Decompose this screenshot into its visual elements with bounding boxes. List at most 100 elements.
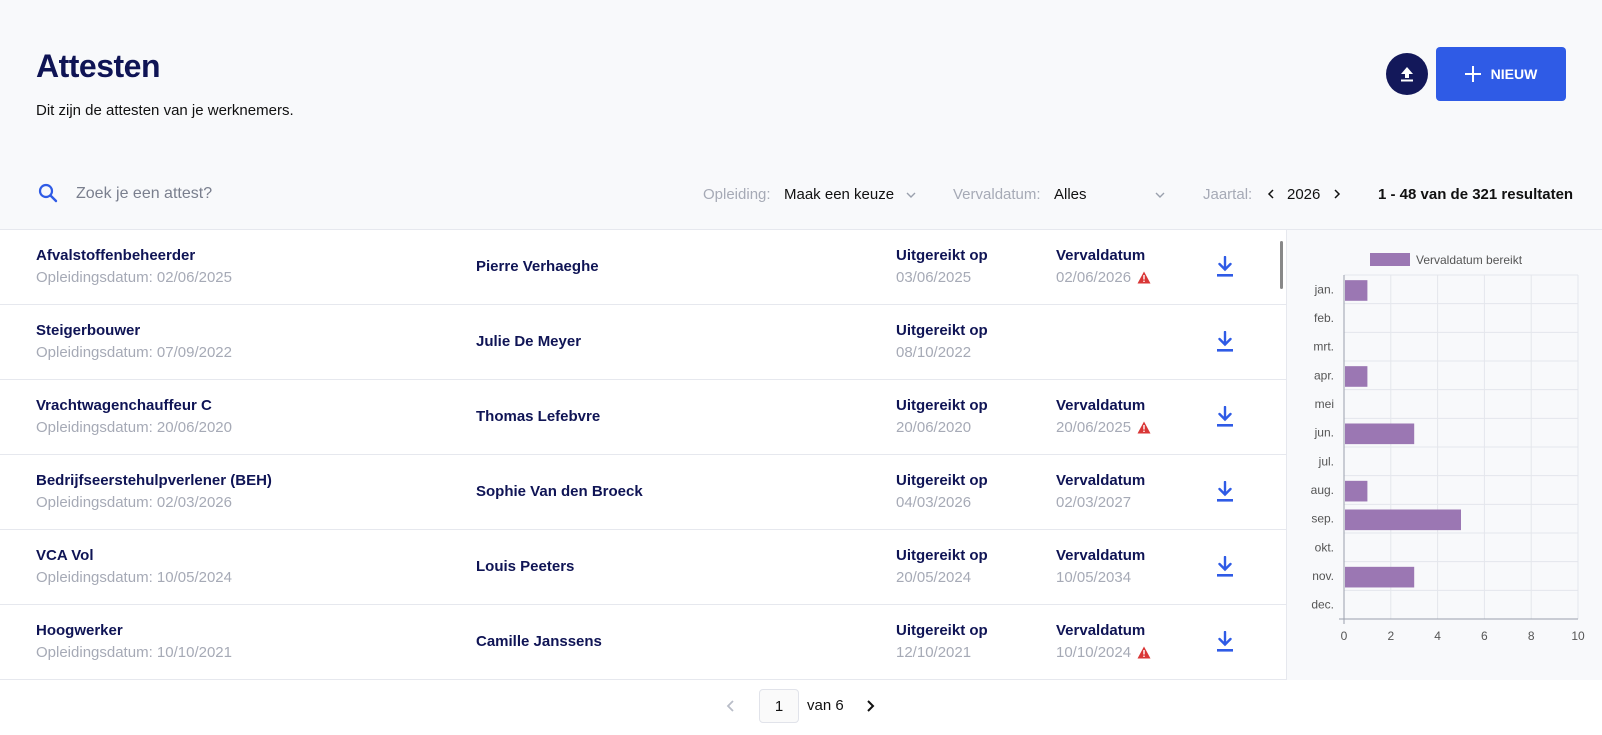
expiry-date-wrap: 02/06/2026 — [1056, 269, 1151, 286]
new-button-label: NIEUW — [1490, 66, 1538, 82]
opleiding-label: Opleiding: — [703, 186, 771, 203]
x-tick-label: 0 — [1341, 629, 1348, 643]
employee-name: Louis Peeters — [476, 558, 575, 575]
bar[interactable] — [1345, 366, 1368, 387]
legend-label: Vervaldatum bereikt — [1416, 253, 1523, 267]
jaartal-value: 2026 — [1287, 186, 1321, 203]
download-icon[interactable] — [1216, 406, 1234, 428]
x-tick-label: 2 — [1387, 629, 1394, 643]
issued-date: 03/06/2025 — [896, 269, 972, 286]
expiry-date-wrap: 10/05/2034 — [1056, 569, 1131, 586]
x-tick-label: 6 — [1481, 629, 1488, 643]
upload-icon — [1401, 67, 1413, 82]
page-title: Attesten — [36, 48, 161, 84]
course-name: Vrachtwagenchauffeur C — [36, 397, 212, 414]
y-tick-label: dec. — [1311, 598, 1334, 612]
new-button[interactable]: NIEUW — [1436, 47, 1566, 101]
y-tick-label: aug. — [1311, 483, 1334, 497]
x-tick-label: 4 — [1434, 629, 1441, 643]
chevron-left-icon[interactable] — [724, 698, 738, 714]
bar[interactable] — [1345, 509, 1461, 531]
y-tick-label: mei — [1315, 397, 1334, 411]
warning-icon — [1137, 421, 1151, 434]
download-icon[interactable] — [1216, 331, 1234, 353]
course-name: Hoogwerker — [36, 622, 123, 639]
issued-label: Uitgereikt op — [896, 622, 988, 639]
issued-date: 08/10/2022 — [896, 344, 972, 361]
employee-name: Camille Janssens — [476, 633, 602, 650]
table-row[interactable]: Bedrijfseerstehulpverlener (BEH) Opleidin… — [0, 455, 1286, 530]
vervaldatum-label: Vervaldatum: — [953, 186, 1041, 203]
expiry-label: Vervaldatum — [1056, 472, 1146, 489]
chevron-down-icon[interactable] — [1155, 190, 1165, 200]
employee-name: Pierre Verhaeghe — [476, 258, 599, 275]
issued-date: 04/03/2026 — [896, 494, 972, 511]
y-tick-label: apr. — [1314, 368, 1334, 382]
training-date: Opleidingsdatum: 20/06/2020 — [36, 419, 232, 436]
expiry-label: Vervaldatum — [1056, 247, 1146, 264]
y-tick-label: feb. — [1314, 311, 1334, 325]
y-tick-label: jan. — [1314, 282, 1334, 296]
expiry-label: Vervaldatum — [1056, 547, 1146, 564]
chevron-right-icon[interactable] — [863, 698, 877, 714]
expiry-date: 20/06/2025 — [1056, 419, 1132, 436]
y-tick-label: okt. — [1315, 540, 1334, 554]
chart-panel: jan. feb. mrt. apr. mei jun. jul. aug. sep. okt. n… — [1286, 230, 1602, 680]
download-icon[interactable] — [1216, 556, 1234, 578]
issued-label: Uitgereikt op — [896, 397, 988, 414]
employee-name: Julie De Meyer — [476, 333, 582, 350]
vervaldatum-select[interactable]: Alles — [1054, 186, 1087, 203]
bar[interactable] — [1345, 280, 1368, 301]
expiry-date-wrap: 02/03/2027 — [1056, 494, 1131, 511]
opleiding-select[interactable]: Maak een keuze — [784, 186, 894, 203]
chevron-right-icon[interactable] — [1331, 187, 1343, 201]
table-row[interactable]: Vrachtwagenchauffeur C Opleidingsdatum: 2… — [0, 380, 1286, 455]
issued-date: 20/06/2020 — [896, 419, 972, 436]
pagination: 1 van 6 — [0, 680, 1602, 735]
training-date: Opleidingsdatum: 07/09/2022 — [36, 344, 232, 361]
filter-bar: Opleiding: Maak een keuze Vervaldatum: A… — [0, 160, 1602, 230]
legend-swatch — [1370, 253, 1410, 266]
expiry-chart: jan. feb. mrt. apr. mei jun. jul. aug. sep. okt. n… — [1311, 253, 1585, 643]
course-name: Bedrijfseerstehulpverlener (BEH) — [36, 472, 272, 489]
bar[interactable] — [1345, 423, 1415, 445]
expiry-label: Vervaldatum — [1056, 622, 1146, 639]
warning-icon — [1137, 271, 1151, 284]
download-icon[interactable] — [1216, 631, 1234, 653]
employee-name: Sophie Van den Broeck — [476, 483, 643, 500]
issued-label: Uitgereikt op — [896, 472, 988, 489]
y-tick-label: nov. — [1312, 569, 1334, 583]
plus-icon — [1464, 66, 1481, 82]
scrollbar[interactable] — [1280, 241, 1283, 289]
search-input[interactable] — [76, 181, 376, 207]
table-row[interactable]: Steigerbouwer Opleidingsdatum: 07/09/2022… — [0, 305, 1286, 380]
search-icon — [38, 183, 58, 203]
expiry-date-wrap: 20/06/2025 — [1056, 419, 1151, 436]
expiry-label: Vervaldatum — [1056, 397, 1146, 414]
download-icon[interactable] — [1216, 256, 1234, 278]
table-row[interactable]: VCA Vol Opleidingsdatum: 10/05/2024 Louis … — [0, 530, 1286, 605]
bar[interactable] — [1345, 480, 1368, 502]
download-icon[interactable] — [1216, 481, 1234, 503]
results-count: 1 - 48 van de 321 resultaten — [1378, 186, 1574, 203]
training-date: Opleidingsdatum: 10/10/2021 — [36, 644, 232, 661]
page-number-input[interactable]: 1 — [759, 689, 799, 723]
chevron-down-icon[interactable] — [906, 190, 916, 200]
page-subtitle: Dit zijn de attesten van je werknemers. — [36, 102, 294, 119]
issued-date: 20/05/2024 — [896, 569, 972, 586]
jaartal-label: Jaartal: — [1203, 186, 1253, 203]
page-header: Attesten Dit zijn de attesten van je wer… — [0, 0, 1602, 160]
expiry-date: 10/05/2034 — [1056, 569, 1132, 586]
upload-button[interactable] — [1386, 53, 1428, 95]
page-total: van 6 — [807, 697, 844, 714]
course-name: Afvalstoffenbeheerder — [36, 247, 196, 264]
training-date: Opleidingsdatum: 10/05/2024 — [36, 569, 232, 586]
y-tick-label: jul. — [1318, 454, 1334, 468]
bar[interactable] — [1345, 566, 1415, 588]
chevron-left-icon[interactable] — [1265, 187, 1277, 201]
issued-date: 12/10/2021 — [896, 644, 972, 661]
table-row[interactable]: Hoogwerker Opleidingsdatum: 10/10/2021 Cam… — [0, 605, 1286, 680]
table-row[interactable]: Afvalstoffenbeheerder Opleidingsdatum: 02… — [0, 230, 1286, 305]
issued-label: Uitgereikt op — [896, 247, 988, 264]
x-tick-label: 8 — [1528, 629, 1535, 643]
